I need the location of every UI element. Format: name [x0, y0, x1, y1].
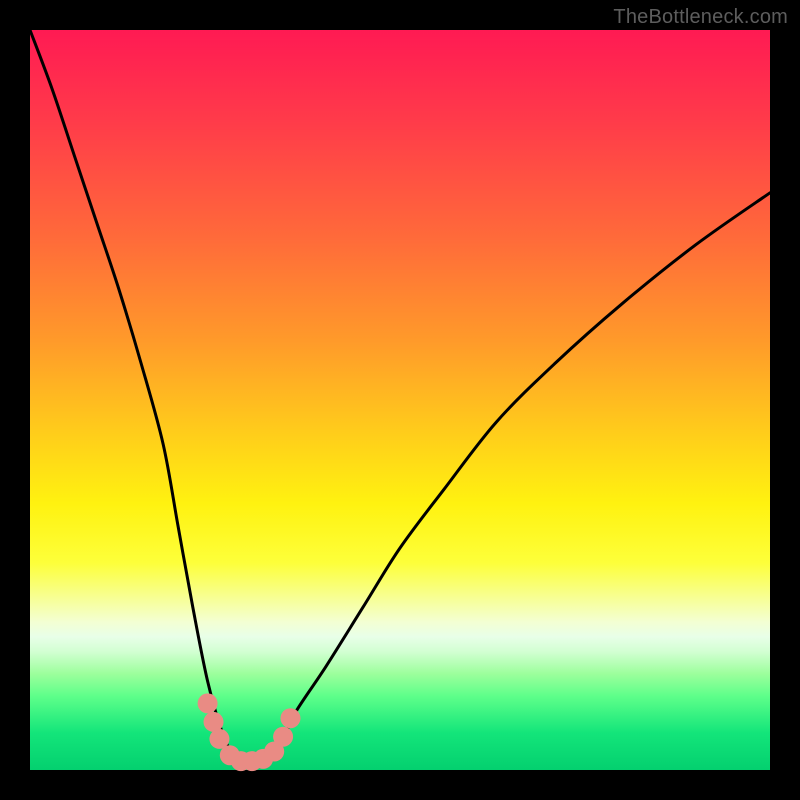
bottleneck-markers — [198, 693, 301, 771]
marker-dot — [204, 712, 224, 732]
bottleneck-curve — [30, 30, 770, 764]
watermark-text: TheBottleneck.com — [613, 6, 788, 29]
chart-frame: TheBottleneck.com — [0, 0, 800, 800]
marker-dot — [198, 693, 218, 713]
plot-area — [30, 30, 770, 770]
marker-dot — [280, 708, 300, 728]
marker-dot — [273, 727, 293, 747]
chart-svg — [30, 30, 770, 770]
